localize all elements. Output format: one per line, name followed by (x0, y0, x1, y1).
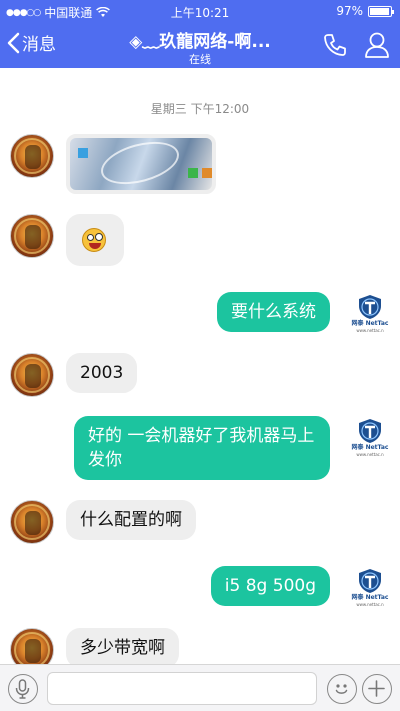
contact-avatar[interactable] (10, 214, 54, 258)
smiley-icon (335, 684, 348, 694)
contact-avatar[interactable] (10, 500, 54, 544)
message-input[interactable] (47, 672, 317, 705)
back-button[interactable]: 消息 (6, 30, 56, 55)
emoji-button[interactable] (327, 674, 357, 704)
voice-button[interactable] (8, 674, 38, 704)
shield-logo-icon (359, 419, 381, 443)
my-avatar[interactable]: 网泰 NetTac www.nettac.n (350, 292, 390, 336)
message-timestamp: 星期三 下午12:00 (150, 102, 250, 116)
emoji-message[interactable] (66, 214, 124, 266)
shield-logo-icon (359, 569, 381, 593)
online-status: 在线 (189, 53, 211, 66)
image-message[interactable] (66, 134, 216, 194)
my-avatar[interactable]: 网泰 NetTac www.nettac.n (350, 416, 390, 460)
microphone-icon (15, 679, 30, 699)
chat-header: 消息 ◈﹏玖龍网络-啊... 在线 (0, 22, 400, 68)
received-message[interactable]: 什么配置的啊 (66, 500, 196, 540)
phone-icon (324, 34, 346, 56)
my-avatar-site: www.nettac.n (356, 328, 384, 333)
my-avatar-brand: 网泰 NetTac (351, 594, 389, 601)
battery-percent: 97% (336, 4, 363, 18)
message-input-bar (0, 664, 400, 711)
status-bar: ●●●○○ 中国联通 上午10:21 97% (0, 0, 400, 22)
person-icon (365, 32, 389, 58)
call-button[interactable] (322, 32, 348, 62)
my-avatar-site: www.nettac.n (356, 602, 384, 607)
contact-avatar[interactable] (10, 134, 54, 178)
plus-icon (368, 680, 385, 697)
my-avatar-site: www.nettac.n (356, 452, 384, 457)
crazy-face-emoji-icon (82, 228, 106, 252)
chat-title[interactable]: ◈﹏玖龍网络-啊... (95, 27, 305, 52)
battery-icon (368, 5, 394, 17)
sent-message[interactable]: i5 8g 500g (210, 566, 330, 606)
battery-level (370, 7, 390, 15)
sent-message[interactable]: 要什么系统 (217, 292, 330, 332)
shield-logo-icon (359, 295, 381, 319)
received-message[interactable]: 2003 (66, 353, 138, 393)
back-label: 消息 (22, 35, 56, 55)
my-avatar-brand: 网泰 NetTac (351, 444, 389, 451)
chevron-left-icon (7, 32, 20, 53)
add-button[interactable] (362, 674, 392, 704)
received-message[interactable]: 多少带宽啊 (66, 628, 179, 668)
my-avatar[interactable]: 网泰 NetTac www.nettac.n (350, 566, 390, 610)
sent-message[interactable]: 好的 一会机器好了我机器马上发你 (74, 416, 330, 480)
contact-avatar[interactable] (10, 353, 54, 397)
my-avatar-brand: 网泰 NetTac (351, 320, 389, 327)
profile-button[interactable] (364, 31, 390, 63)
